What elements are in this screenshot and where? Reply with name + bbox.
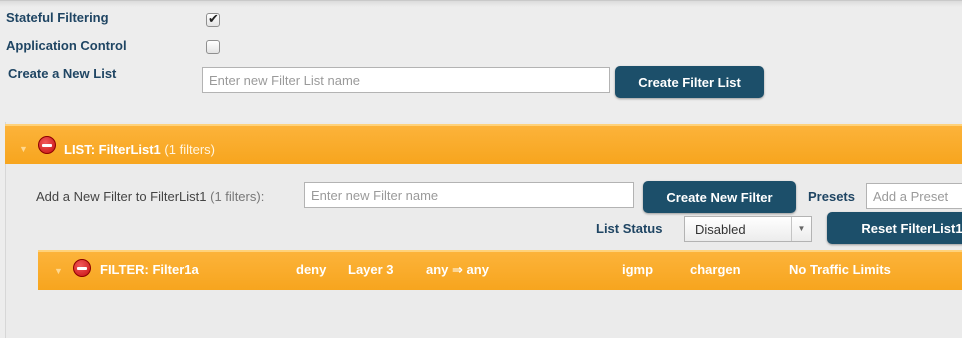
filter-protocol: igmp <box>622 262 654 277</box>
filter-layer: Layer 3 <box>348 262 394 277</box>
create-filter-list-button[interactable]: Create Filter List <box>615 66 764 98</box>
caret-down-icon[interactable]: ▼ <box>54 266 63 276</box>
caret-down-icon[interactable]: ▼ <box>19 144 28 154</box>
remove-list-icon[interactable] <box>38 136 56 154</box>
remove-filter-icon[interactable] <box>73 259 91 277</box>
add-filter-count: (1 filters): <box>210 189 265 204</box>
chevron-down-icon: ▼ <box>791 217 811 241</box>
list-status-value: Disabled <box>695 222 746 237</box>
list-title: LIST: FilterList1 (1 filters) <box>64 142 215 157</box>
list-name: LIST: FilterList1 <box>64 142 161 157</box>
create-new-filter-button[interactable]: Create New Filter <box>643 181 796 213</box>
filter-direction: any ⇒ any <box>426 262 489 277</box>
filter-traffic-limit: No Traffic Limits <box>789 262 891 277</box>
application-control-checkbox[interactable] <box>206 40 220 54</box>
new-list-name-input[interactable] <box>202 67 610 93</box>
presets-label: Presets <box>808 189 855 204</box>
stateful-filtering-label: Stateful Filtering <box>6 10 109 25</box>
stateful-filtering-checkbox[interactable]: ✔ <box>206 11 220 27</box>
top-divider <box>0 0 962 7</box>
list-status-select[interactable]: Disabled ▼ <box>684 216 812 242</box>
filter-port: chargen <box>690 262 741 277</box>
checkmark-icon: ✔ <box>208 11 219 26</box>
application-control-label: Application Control <box>6 38 127 53</box>
page: Stateful Filtering ✔ Application Control… <box>0 0 962 338</box>
presets-input[interactable] <box>866 183 962 209</box>
reset-list-button[interactable]: Reset FilterList1 <box>827 212 962 244</box>
add-filter-label: Add a New Filter to FilterList1 (1 filte… <box>36 189 264 204</box>
filter-action: deny <box>296 262 327 277</box>
create-list-label: Create a New List <box>8 66 117 81</box>
new-filter-name-input[interactable] <box>304 182 634 208</box>
list-filter-count: (1 filters) <box>164 142 215 157</box>
list-status-label: List Status <box>596 221 663 236</box>
add-filter-text: Add a New Filter to FilterList1 <box>36 189 207 204</box>
filter-name: FILTER: Filter1a <box>100 262 199 277</box>
